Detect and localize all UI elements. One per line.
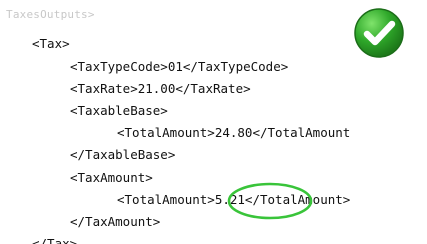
- xml-tax-rate: <TaxRate>21.00</TaxRate>: [70, 81, 251, 96]
- xml-tax-type-code: <TaxTypeCode>01</TaxTypeCode>: [70, 59, 289, 74]
- check-badge-icon: [354, 8, 404, 58]
- xml-tax-close: </Tax>: [32, 236, 78, 244]
- xml-taxable-base-total: <TotalAmount>24.80</TotalAmount: [117, 125, 351, 140]
- faded-header-text: TaxesOutputs>: [6, 8, 95, 21]
- highlight-circle: [227, 182, 313, 220]
- xml-tax-amount-close: </TaxAmount>: [70, 214, 161, 229]
- xml-tax-amount-open: <TaxAmount>: [70, 170, 153, 185]
- xml-taxable-base-open: <TaxableBase>: [70, 103, 168, 118]
- xml-viewer: TaxesOutputs> <Tax> <TaxTypeCode>01</Tax…: [0, 0, 427, 244]
- xml-tax-open: <Tax>: [32, 36, 70, 51]
- xml-taxable-base-close: </TaxableBase>: [70, 147, 176, 162]
